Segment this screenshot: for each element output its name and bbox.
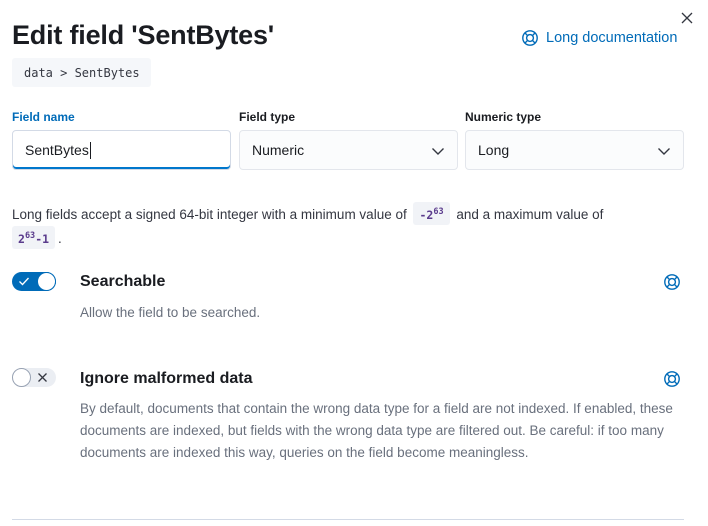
searchable-description: Allow the field to be searched. bbox=[80, 305, 261, 320]
long-documentation-label: Long documentation bbox=[546, 30, 678, 46]
cross-icon bbox=[38, 373, 47, 382]
info-text-before: Long fields accept a signed 64-bit integ… bbox=[12, 207, 407, 222]
check-icon bbox=[19, 277, 29, 286]
field-name-group: Field name SentBytes bbox=[12, 110, 231, 170]
ignore-malformed-toggle[interactable] bbox=[12, 368, 56, 387]
min-value-code: -263 bbox=[413, 202, 450, 225]
field-type-group: Field type Numeric bbox=[239, 110, 458, 170]
max-value-exponent: 63 bbox=[24, 231, 36, 241]
field-name-label: Field name bbox=[12, 110, 75, 124]
searchable-title: Searchable bbox=[80, 273, 166, 290]
numeric-range-info: Long fields accept a signed 64-bit integ… bbox=[12, 202, 684, 250]
info-text-end: . bbox=[58, 231, 62, 246]
long-documentation-link[interactable]: Long documentation bbox=[521, 29, 677, 47]
numeric-type-label: Numeric type bbox=[465, 110, 542, 124]
numeric-type-group: Numeric type Long bbox=[465, 110, 684, 170]
searchable-toggle[interactable] bbox=[12, 272, 56, 291]
numeric-type-value: Long bbox=[478, 142, 510, 158]
close-icon bbox=[681, 12, 693, 24]
flyout-title: Edit field 'SentBytes' bbox=[12, 20, 274, 50]
field-path-breadcrumb: data > SentBytes bbox=[12, 58, 151, 87]
lifebuoy-icon[interactable] bbox=[663, 370, 681, 388]
field-type-select[interactable]: Numeric bbox=[239, 130, 458, 170]
toggle-knob bbox=[37, 272, 56, 291]
section-divider bbox=[12, 519, 684, 520]
toggle-knob bbox=[12, 368, 31, 387]
field-form-row: Field name SentBytes Field type Numeric … bbox=[12, 110, 684, 170]
chevron-down-icon bbox=[658, 148, 670, 155]
info-text-middle: and a maximum value of bbox=[456, 207, 604, 222]
max-value-suffix: -1 bbox=[35, 232, 50, 246]
max-value-base: 2 bbox=[18, 232, 25, 246]
min-value-exponent: 63 bbox=[433, 207, 444, 217]
close-button[interactable] bbox=[678, 9, 696, 27]
ignore-malformed-title: Ignore malformed data bbox=[80, 370, 253, 387]
field-type-label: Field type bbox=[239, 110, 296, 124]
field-type-value: Numeric bbox=[252, 142, 305, 158]
min-value-base: -2 bbox=[419, 208, 434, 222]
edit-field-flyout: Edit field 'SentBytes' Long documentatio… bbox=[0, 0, 708, 526]
ignore-malformed-description: By default, documents that contain the w… bbox=[80, 401, 673, 460]
field-name-value: SentBytes bbox=[25, 142, 89, 158]
lifebuoy-icon bbox=[522, 30, 538, 46]
max-value-code: 263-1 bbox=[12, 226, 56, 249]
field-name-input[interactable]: SentBytes bbox=[12, 130, 231, 170]
numeric-type-select[interactable]: Long bbox=[465, 130, 684, 170]
text-cursor bbox=[89, 141, 91, 159]
chevron-down-icon bbox=[432, 148, 444, 155]
lifebuoy-icon[interactable] bbox=[663, 273, 681, 291]
